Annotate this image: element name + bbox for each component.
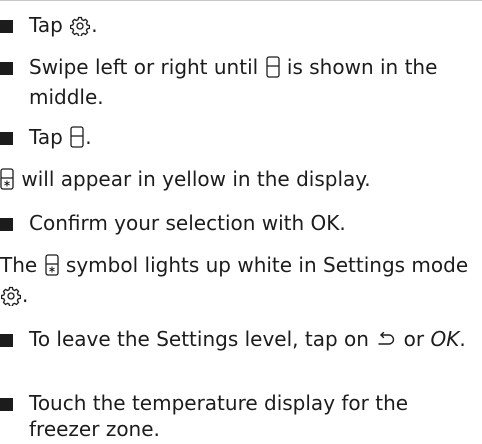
bullet-icon <box>0 218 13 231</box>
fridge-snowflake-icon <box>44 254 59 282</box>
fridge-compartment-icon <box>70 126 84 154</box>
fridge-compartment-icon <box>265 56 280 84</box>
top-divider <box>0 0 482 1</box>
bullet-icon <box>0 398 13 411</box>
return-arrow-icon <box>376 330 396 356</box>
bullet-icon <box>0 334 13 347</box>
gear-icon <box>0 286 22 312</box>
bullet-icon <box>0 62 13 75</box>
bullet-icon <box>0 20 13 33</box>
gear-icon <box>70 16 91 42</box>
bullet-icon <box>0 132 13 145</box>
fridge-snowflake-icon <box>0 168 14 196</box>
